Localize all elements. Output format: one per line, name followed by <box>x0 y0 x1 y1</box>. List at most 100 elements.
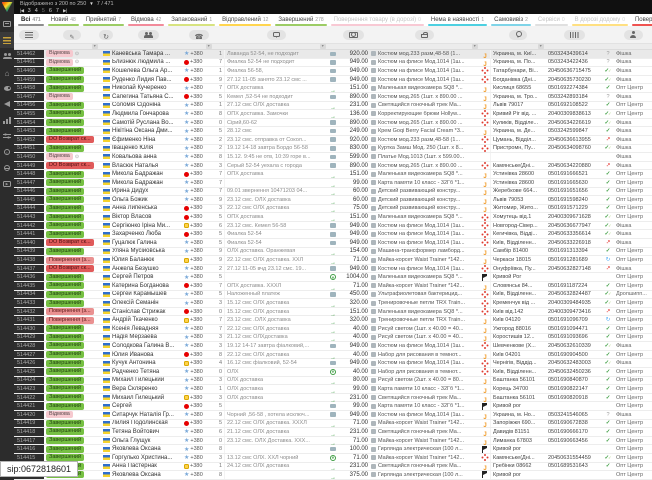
table-row[interactable]: 514417 Завершений ⊙ Ольга Глущук +380 0 … <box>14 437 652 446</box>
table-row[interactable]: 514422 Завершений ⊙ Михаил Гилецький +38… <box>14 394 652 403</box>
table-row[interactable]: 514441 Завершений ⊙ Захарченко Люба +380… <box>14 230 652 239</box>
table-row[interactable]: 514429 Завершений ⊙ Надія Мерзаева +380 … <box>14 334 652 343</box>
phone-cell: +380 <box>184 84 214 92</box>
tracking-number <box>546 471 602 479</box>
column-location-button[interactable] <box>509 30 527 40</box>
table-row[interactable]: 514438 Повернення (з... ⊙ Юлия Баланюк +… <box>14 256 652 265</box>
sidebar-item-company[interactable] <box>0 64 14 80</box>
phone-cell: +380 <box>184 119 214 127</box>
column-phone-button[interactable] <box>189 30 210 40</box>
filter-caret-icon[interactable]: ▼ <box>206 44 212 49</box>
sidebar-item-dashboard[interactable] <box>0 16 14 32</box>
table-row[interactable]: 514461 Відмова ⊙ Близнюк Людмила ... +38… <box>14 59 652 68</box>
order-id: 514430 <box>14 325 44 333</box>
filter-caret-icon[interactable]: ▼ <box>472 44 478 49</box>
status-tab[interactable]: Всі 471 <box>16 14 46 26</box>
sidebar-item-orders[interactable] <box>0 32 14 48</box>
status-tab[interactable]: Відмова 42 <box>126 14 166 26</box>
table-row[interactable]: 514453 Завершений ⊙ Нікітіна Оксана Дми.… <box>14 127 652 136</box>
column-id-button[interactable] <box>19 30 39 40</box>
ukraine-flag-icon <box>103 309 110 314</box>
sidebar-item-marketing[interactable] <box>0 96 14 112</box>
table-row[interactable]: 514427 Завершений ⊙ Юлия Иванова +380 8 … <box>14 351 652 360</box>
sidebar-item-statistics[interactable] <box>0 112 14 128</box>
delivery-location: Хомутець від.1 <box>490 213 546 221</box>
table-row[interactable]: 514455 Завершений ⊙ Людмила Гончарова +3… <box>14 110 652 119</box>
phone-number: +380 <box>190 326 202 332</box>
column-payment-button[interactable] <box>343 30 364 40</box>
table-row[interactable]: 514450 Відмова ⊙ Ковальова анна +380 8 1… <box>14 153 652 162</box>
column-client-button[interactable] <box>138 30 159 40</box>
comment-text: Фиалка 56-58, <box>224 67 328 75</box>
status-tab[interactable]: Повернення <box>630 14 652 26</box>
sidebar-item-finance[interactable] <box>0 80 14 96</box>
table-row[interactable]: 514443 Завершений ⊙ Віктор Власов +380 5… <box>14 213 652 222</box>
last-page-button[interactable]: ▶| <box>63 8 67 14</box>
caret-down-icon[interactable]: ▼ <box>89 1 93 6</box>
status-tab[interactable]: Сервіси 0 <box>533 14 570 26</box>
app-logo-icon[interactable] <box>2 2 13 12</box>
column-comment-button[interactable] <box>267 30 286 40</box>
sidebar-item-clients[interactable] <box>0 48 14 64</box>
ukraine-flag-icon <box>103 404 110 409</box>
message-status-cell <box>328 471 338 479</box>
column-ttn-button[interactable] <box>564 30 585 40</box>
table-row[interactable]: 514416 Завершений ⊙ Яковлева Оксана +380… <box>14 445 652 454</box>
first-page-button[interactable]: |◀ <box>20 8 24 14</box>
table-row[interactable]: 514458 Завершений ⊙ Николай Кучеренко +3… <box>14 84 652 93</box>
table-row[interactable]: 514454 Завершений ⊙ Самотій Руслана Во..… <box>14 119 652 128</box>
country-cell <box>100 428 112 436</box>
status-tab[interactable]: Новий 48 <box>46 14 81 26</box>
table-row[interactable]: 514460 Завершений ⊙ Кошелева Ольга Ар...… <box>14 67 652 76</box>
sidebar-item-settings[interactable] <box>0 128 14 144</box>
table-row[interactable]: 514421 Завершений ⊙ Сергей +380 5 99.00 … <box>14 402 652 411</box>
table-row[interactable]: 514437 DO Возврат ск... ⊙ Анжела Безушко… <box>14 265 652 274</box>
client-name: Соломія Сідоніна <box>112 102 184 110</box>
phone-number: +380 <box>190 386 202 392</box>
status-tab[interactable]: Запакований 1 <box>166 14 217 26</box>
events-count: 5 <box>214 420 224 428</box>
events-count: 8 <box>214 471 224 479</box>
page-number[interactable]: 4 <box>35 8 38 14</box>
column-callback-button[interactable] <box>99 30 113 40</box>
table-row[interactable]: 514413 Завершений ⊙ Яковлева Оксана +380… <box>14 471 652 480</box>
column-product-button[interactable] <box>415 30 434 40</box>
status-tab[interactable]: В дорозі додому 0 <box>570 14 630 26</box>
column-manager-button[interactable] <box>624 30 643 40</box>
table-row[interactable]: 514442 Завершений ⊙ Сергіюнко Іріна Ми..… <box>14 222 652 231</box>
column-status-button[interactable] <box>63 30 80 40</box>
sidebar-item-info[interactable] <box>0 144 14 160</box>
table-row[interactable]: 514451 Завершений ⊙ Іващенко Юлія +380 2… <box>14 145 652 154</box>
page-number[interactable]: 3 <box>28 8 31 14</box>
tracking-number: 0503243439614 <box>546 50 602 58</box>
country-cell <box>100 445 112 453</box>
page-number[interactable]: 5 <box>42 8 45 14</box>
phone-number: +380 <box>190 240 202 246</box>
status-tab[interactable]: Нема в наявності 1 <box>426 14 489 26</box>
order-total: 920.00 <box>338 136 368 144</box>
sidebar-item-video[interactable] <box>0 176 14 192</box>
filter-caret-icon[interactable]: ▼ <box>320 44 326 49</box>
table-row[interactable]: 514435 Завершений ⊙ Катерина Богданова +… <box>14 282 652 291</box>
comment-text: 28.12 смс <box>224 127 328 135</box>
comment-text: Серый 52-54 уехала с города <box>224 162 328 170</box>
status-tab[interactable]: Повернення товару (в дорозі) 0 <box>329 14 426 26</box>
delivery-location: Пристромн, Пу... <box>490 145 546 153</box>
status-tab[interactable]: Завершений 278 <box>273 14 328 26</box>
filter-caret-icon[interactable]: ▼ <box>538 44 544 49</box>
table-row[interactable]: 514462 Відмова ⊙ Каневська Тамара ... +3… <box>14 50 652 59</box>
page-number[interactable]: 7 <box>56 8 59 14</box>
filter-caret-icon[interactable]: ▼ <box>92 44 98 49</box>
status-tab[interactable]: Прийнятий 7 <box>81 14 126 26</box>
table-row[interactable]: 514426 Завершений ⊙ Кучук Антонина +380 … <box>14 359 652 368</box>
sidebar-item-support[interactable] <box>0 160 14 176</box>
operator-icon <box>184 239 189 246</box>
order-status-cell: Завершений ⊙ <box>44 222 100 230</box>
page-number[interactable]: 6 <box>49 8 52 14</box>
status-tab[interactable]: Самовивіз 2 <box>489 14 533 26</box>
table-row[interactable]: 514452 DO Возврат ск... ⊙ Єфименко Ніна … <box>14 136 652 145</box>
client-name: Нікітіна Оксана Дми... <box>112 127 184 135</box>
source-label: Опт Центр <box>614 368 652 376</box>
status-tab[interactable]: Відправлений 12 <box>217 14 273 26</box>
package-icon <box>371 137 376 142</box>
